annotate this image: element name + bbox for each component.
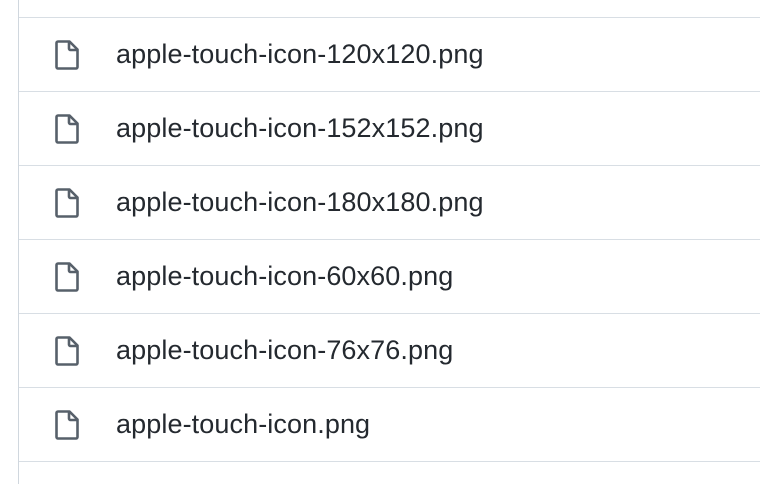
file-name-link[interactable]: apple-touch-icon.png	[116, 409, 370, 440]
file-list-top-partial-row	[19, 0, 760, 18]
file-row[interactable]: apple-touch-icon-120x120.png	[19, 18, 760, 92]
file-icon	[54, 39, 80, 70]
file-icon	[54, 187, 80, 218]
file-icon	[54, 113, 80, 144]
file-name-link[interactable]: apple-touch-icon-180x180.png	[116, 187, 484, 218]
file-icon	[54, 261, 80, 292]
file-row[interactable]: apple-touch-icon-152x152.png	[19, 92, 760, 166]
file-list-bottom-partial-row	[19, 462, 760, 486]
file-name-link[interactable]: apple-touch-icon-76x76.png	[116, 335, 453, 366]
file-name-link[interactable]: apple-touch-icon-152x152.png	[116, 113, 484, 144]
file-row[interactable]: apple-touch-icon-60x60.png	[19, 240, 760, 314]
file-list: apple-touch-icon-120x120.png apple-touch…	[18, 0, 760, 484]
file-row[interactable]: apple-touch-icon.png	[19, 388, 760, 462]
file-name-link[interactable]: apple-touch-icon-120x120.png	[116, 39, 484, 70]
file-icon	[54, 409, 80, 440]
file-icon	[54, 335, 80, 366]
file-name-link[interactable]: apple-touch-icon-60x60.png	[116, 261, 453, 292]
file-row[interactable]: apple-touch-icon-76x76.png	[19, 314, 760, 388]
file-row[interactable]: apple-touch-icon-180x180.png	[19, 166, 760, 240]
